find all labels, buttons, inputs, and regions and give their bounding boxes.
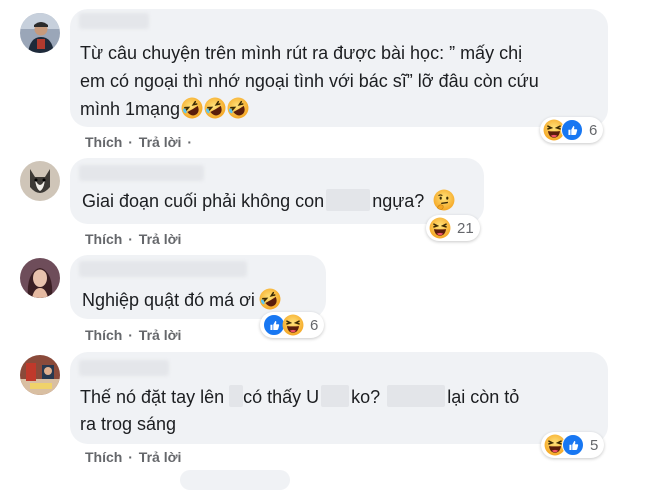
- like-button[interactable]: Thích: [85, 231, 122, 247]
- reaction-summary[interactable]: 6: [540, 117, 604, 143]
- haha-reaction-icon: [429, 217, 451, 239]
- reaction-count: 5: [590, 436, 599, 454]
- comment-actions: Thích · Trả lời: [85, 449, 181, 465]
- comment-text-segment: Nghiệp quật đó má ơi: [82, 290, 255, 310]
- avatar[interactable]: [20, 258, 60, 298]
- reply-button[interactable]: Trả lời: [139, 134, 182, 150]
- author-name-redacted[interactable]: [79, 13, 149, 29]
- comment-text-line: Nghiệp quật đó má ơi: [82, 286, 281, 314]
- avatar[interactable]: [20, 355, 60, 395]
- reply-button[interactable]: Trả lời: [139, 449, 182, 465]
- author-name-redacted[interactable]: [79, 165, 204, 181]
- comment-text-line: Từ câu chuyện trên mình rút ra được bài …: [80, 43, 523, 63]
- comment-text-line: ra trog sáng: [80, 414, 177, 434]
- avatar[interactable]: [20, 161, 60, 201]
- reaction-count: 21: [457, 219, 474, 237]
- reaction-summary[interactable]: 21: [426, 215, 480, 241]
- rofl-emoji-icon: [204, 97, 226, 119]
- like-reaction-icon: [561, 119, 583, 141]
- comment-text-line: em có ngoại thì nhớ ngoại tình với bác s…: [80, 71, 539, 91]
- comment-text-line: Giai đoạn cuối phải không con ngựa?: [82, 187, 455, 215]
- comment-text-line: mình 1mạng: [80, 95, 249, 123]
- comment-text-segment: mình 1mạng: [80, 99, 181, 119]
- comment-text-line: Thế nó đặt tay lên có thấy U ko? lại còn …: [80, 383, 519, 411]
- rofl-emoji-icon: [227, 97, 249, 119]
- reaction-summary[interactable]: 5: [541, 432, 605, 458]
- comment-text-segment: có thấy U: [243, 387, 320, 407]
- separator: ·: [128, 327, 133, 343]
- rofl-emoji-icon: [181, 97, 203, 119]
- redacted-word: [321, 385, 350, 407]
- comment-text-segment: lại còn tỏ: [447, 387, 520, 407]
- separator: ·: [187, 134, 192, 150]
- author-name-redacted[interactable]: [79, 360, 169, 376]
- comment-text-segment: ngựa?: [372, 191, 425, 211]
- comment-actions: Thích · Trả lời ·: [85, 134, 194, 150]
- comment-text-segment: Thế nó đặt tay lên: [80, 387, 225, 407]
- like-button[interactable]: Thích: [85, 134, 122, 150]
- reaction-summary[interactable]: 6: [260, 312, 325, 338]
- comment-text-segment: ko?: [351, 387, 381, 407]
- separator: ·: [128, 231, 133, 247]
- redacted-word: [229, 385, 244, 407]
- reaction-count: 6: [310, 316, 319, 334]
- comment-actions: Thích · Trả lời: [85, 327, 181, 343]
- like-reaction-icon: [562, 434, 584, 456]
- separator: ·: [128, 449, 133, 465]
- comment-actions: Thích · Trả lời: [85, 231, 181, 247]
- redacted-word: [326, 189, 371, 211]
- like-button[interactable]: Thích: [85, 327, 122, 343]
- separator: ·: [128, 134, 133, 150]
- like-button[interactable]: Thích: [85, 449, 122, 465]
- reaction-count: 6: [589, 121, 598, 139]
- reply-button[interactable]: Trả lời: [139, 327, 182, 343]
- comment-text-segment: Giai đoạn cuối phải không con: [82, 191, 325, 211]
- haha-reaction-icon: [282, 314, 304, 336]
- reply-button[interactable]: Trả lời: [139, 231, 182, 247]
- rofl-emoji-icon: [259, 288, 281, 310]
- redacted-word: [387, 385, 446, 407]
- comment-bubble: [180, 470, 290, 490]
- author-name-redacted[interactable]: [79, 261, 247, 277]
- avatar[interactable]: [20, 13, 60, 53]
- thinking-emoji-icon: [433, 189, 455, 211]
